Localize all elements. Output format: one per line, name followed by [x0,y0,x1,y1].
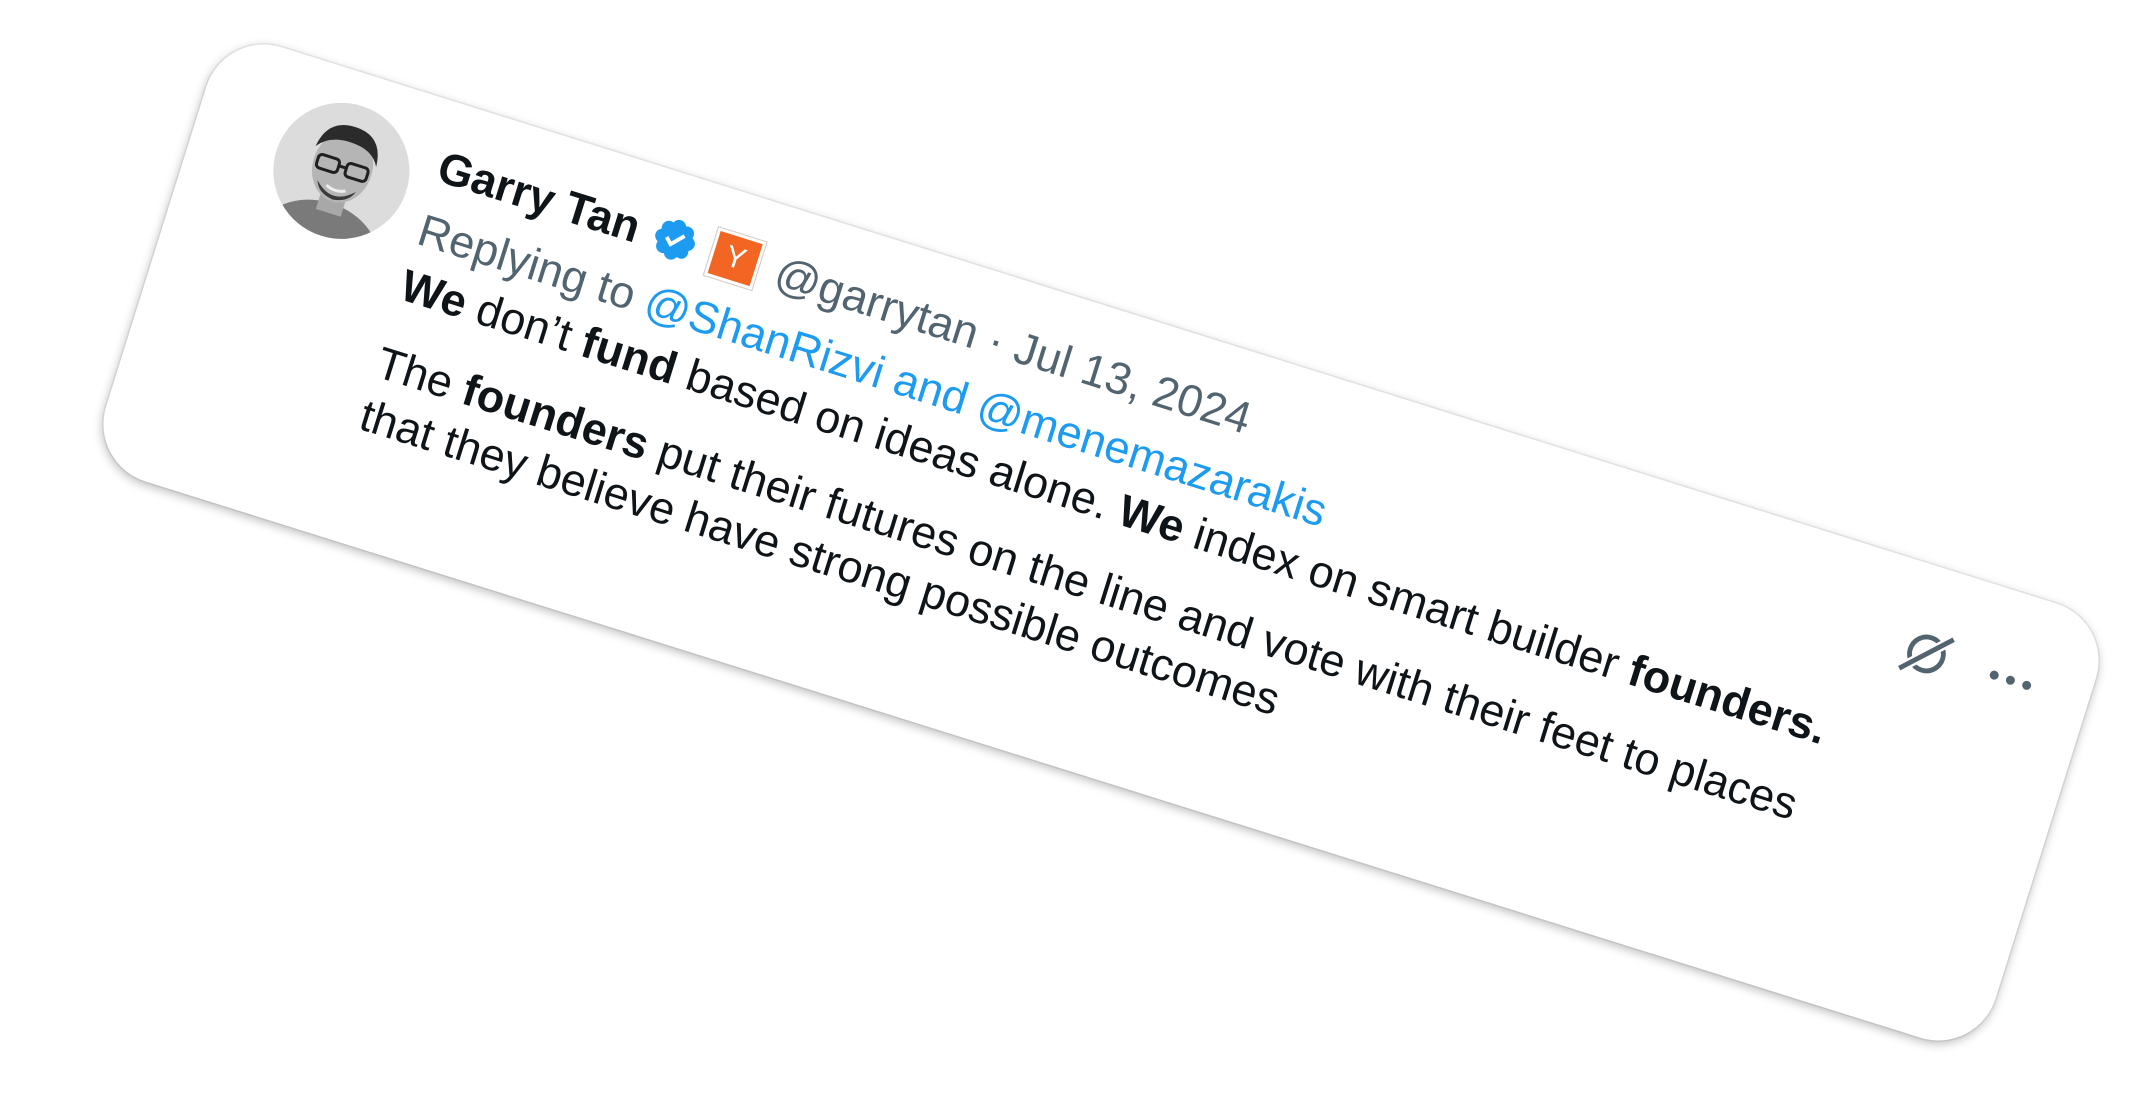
grok-icon[interactable] [1890,618,1963,691]
verified-badge-icon[interactable] [645,210,705,270]
tweet-actions [1890,618,2043,716]
meta-separator: · [982,313,1012,367]
tweet-card[interactable]: Garry Tan Y @garrytan · Jul 13, 2024 Rep… [88,29,2114,1056]
screenshot-stage: Garry Tan Y @garrytan · Jul 13, 2024 Rep… [0,0,2135,1111]
avatar-photo-icon [256,85,427,257]
yc-affiliate-badge[interactable]: Y [704,227,767,291]
more-options-icon[interactable] [1984,663,2038,697]
tweet-body: We don’t fund based on ideas alone. We i… [354,258,1957,925]
avatar[interactable] [256,85,427,257]
tweet-paragraph-2: The founders put their futures on the li… [354,335,1933,924]
